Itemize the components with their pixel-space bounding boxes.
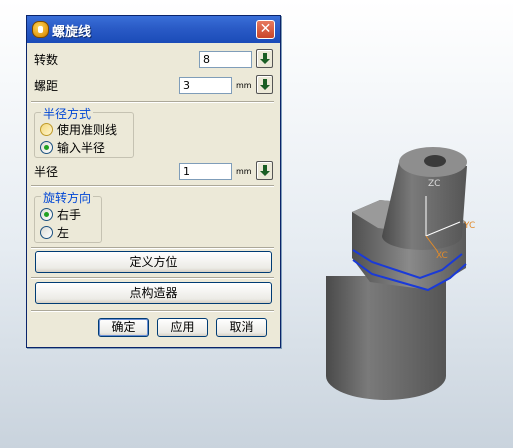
- radius-method-title: 半径方式: [41, 105, 94, 122]
- radius-dropdown-button[interactable]: [256, 161, 273, 180]
- separator: [31, 310, 274, 312]
- separator: [31, 277, 274, 279]
- pitch-label: 螺距: [34, 79, 59, 93]
- radio-button[interactable]: [40, 141, 53, 154]
- arrow-down-icon: [260, 79, 270, 90]
- radius-unit: mm: [236, 167, 252, 176]
- pitch-dropdown-button[interactable]: [256, 75, 273, 94]
- pitch-input[interactable]: 3: [179, 77, 232, 94]
- turns-row: 转数 8: [27, 48, 280, 70]
- rotation-option-label: 左: [57, 226, 70, 240]
- axis-zc-label: ZC: [428, 179, 440, 189]
- arrow-down-icon: [260, 165, 270, 176]
- turns-dropdown-button[interactable]: [256, 49, 273, 68]
- radio-button[interactable]: [40, 208, 53, 221]
- separator: [31, 101, 274, 103]
- axis-xc-label: XC: [436, 251, 448, 261]
- dialog-title: 螺旋线: [52, 25, 92, 40]
- pitch-row: 螺距 3 mm: [27, 74, 280, 96]
- close-button[interactable]: ✕: [256, 20, 275, 39]
- radius-option-label: 使用准则线: [57, 123, 118, 137]
- rotation-direction-group: 旋转方向 右手 左: [34, 189, 102, 243]
- cancel-button[interactable]: 取消: [216, 318, 267, 337]
- radius-label: 半径: [34, 165, 59, 179]
- separator: [31, 185, 274, 187]
- radius-option-label: 输入半径: [57, 141, 106, 155]
- turns-label: 转数: [34, 53, 59, 67]
- radius-method-group: 半径方式 使用准则线 输入半径: [34, 105, 134, 158]
- radio-button[interactable]: [40, 226, 53, 239]
- dialog-titlebar[interactable]: 螺旋线 ✕: [27, 16, 280, 43]
- separator: [31, 247, 274, 249]
- turns-input[interactable]: 8: [199, 51, 252, 68]
- apply-button[interactable]: 应用: [157, 318, 208, 337]
- radio-button[interactable]: [40, 123, 53, 136]
- pitch-unit: mm: [236, 81, 252, 90]
- axis-yc-label: YC: [463, 221, 475, 231]
- radius-input[interactable]: 1: [179, 163, 232, 180]
- point-constructor-button[interactable]: 点构造器: [35, 282, 272, 304]
- ok-button[interactable]: 确定: [98, 318, 149, 337]
- define-orientation-button[interactable]: 定义方位: [35, 251, 272, 273]
- radius-row: 半径 1 mm: [27, 160, 280, 182]
- arrow-down-icon: [260, 53, 270, 64]
- rotation-direction-title: 旋转方向: [41, 189, 94, 206]
- rotation-option-label: 右手: [57, 208, 82, 222]
- app-icon: [32, 21, 49, 38]
- helix-dialog: 螺旋线 ✕ 转数 8 螺距 3 mm 半径方式 使用准则线 输入半径 半径 1: [26, 15, 281, 348]
